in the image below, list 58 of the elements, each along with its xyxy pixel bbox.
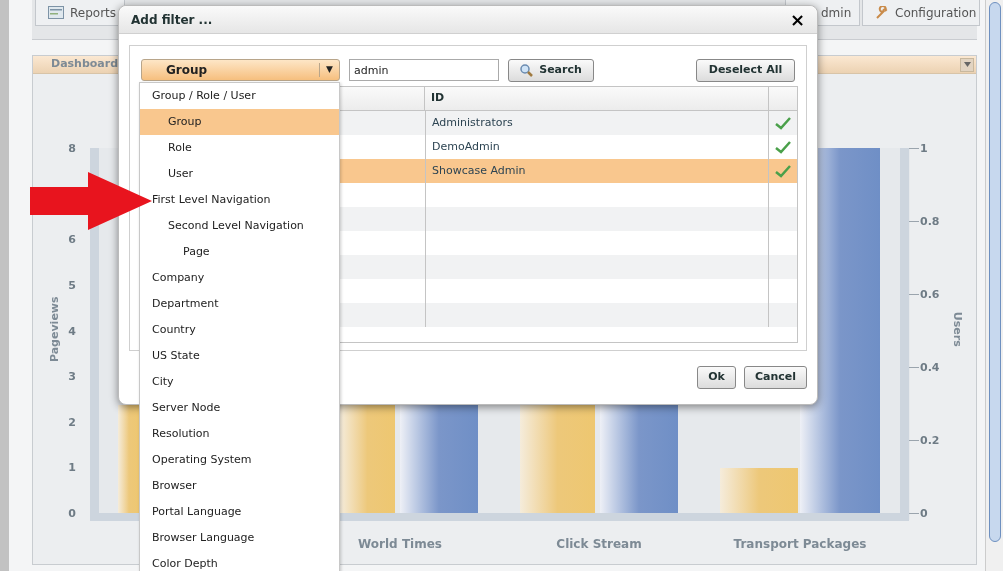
report-icon: [48, 6, 64, 19]
nav-tab[interactable]: Reports: [35, 0, 125, 26]
category-label: Click Stream: [555, 536, 643, 553]
wrench-icon: [875, 5, 889, 20]
search-field[interactable]: admin: [349, 59, 499, 81]
dropdown-option[interactable]: Company: [140, 265, 339, 291]
dropdown-option[interactable]: Second Level Navigation: [140, 213, 339, 239]
deselect-all-button[interactable]: Deselect All: [696, 58, 795, 82]
axis-tick-label: 0: [920, 506, 928, 522]
axis-tick-label: 0.6: [920, 287, 940, 303]
dropdown-option[interactable]: Operating System: [140, 447, 339, 473]
scrollbar-thumb[interactable]: [988, 2, 1001, 542]
axis-tick-label: 2: [67, 414, 76, 431]
search-icon: [520, 63, 534, 77]
nav-tab[interactable]: Configuration: [862, 0, 980, 26]
table-cell-text: Administrators: [432, 114, 513, 131]
dropdown-option[interactable]: Browser: [140, 473, 339, 499]
category-label: Transport Packages: [732, 536, 868, 553]
category-label: World Times: [357, 536, 443, 553]
axis-tick-label: 3: [67, 369, 76, 386]
dialog-title: Add filter ...: [131, 11, 213, 29]
axis-tick-label: 4: [67, 323, 76, 340]
panel-title: Dashboard: [51, 56, 119, 73]
dropdown-option[interactable]: Role: [140, 135, 339, 161]
dropdown-option[interactable]: Resolution: [140, 421, 339, 447]
column-header: ID: [431, 90, 445, 107]
dropdown-option[interactable]: First Level Navigation: [140, 187, 339, 213]
caret-icon[interactable]: [960, 57, 974, 72]
search-button[interactable]: Search: [508, 58, 594, 82]
axis-tick-label: 0.4: [920, 360, 940, 376]
dropdown-option[interactable]: City: [140, 369, 339, 395]
axis-tick-label: 8: [67, 141, 76, 157]
pointer-arrow-icon: [30, 172, 152, 230]
close-button[interactable]: ×: [789, 10, 805, 29]
table-cell-text: DemoAdmin: [432, 138, 500, 155]
dropdown-option[interactable]: Server Node: [140, 395, 339, 421]
dropdown-option[interactable]: Group: [140, 109, 339, 135]
axis-tick-label: 0: [67, 506, 76, 522]
axis-tick-label: 0.8: [920, 214, 940, 230]
dropdown-option[interactable]: Page: [140, 239, 339, 265]
dropdown-option[interactable]: Color Depth: [140, 551, 339, 571]
dropdown-option[interactable]: Department: [140, 291, 339, 317]
table-cell-text: Showcase Admin: [432, 162, 526, 179]
axis-title: Users: [950, 310, 966, 349]
axis-tick-label: 0.2: [920, 433, 940, 449]
cancel-button[interactable]: Cancel: [743, 366, 807, 389]
axis-tick-label: 6: [67, 232, 76, 249]
axis-tick-label: 5: [67, 277, 76, 294]
axis-tick-label: 1: [920, 141, 928, 157]
axis-tick-label: 1: [67, 460, 76, 477]
dropdown-option[interactable]: Browser Language: [140, 525, 339, 551]
dropdown-option[interactable]: US State: [140, 343, 339, 369]
dropdown-option[interactable]: Country: [140, 317, 339, 343]
dropdown-option[interactable]: Portal Language: [140, 499, 339, 525]
dropdown-option[interactable]: Group / Role / User: [140, 83, 339, 109]
ok-button[interactable]: Ok: [697, 366, 736, 389]
filter-type-dropdown[interactable]: Group ▼: [141, 59, 340, 81]
axis-title: Pageviews: [46, 295, 62, 365]
